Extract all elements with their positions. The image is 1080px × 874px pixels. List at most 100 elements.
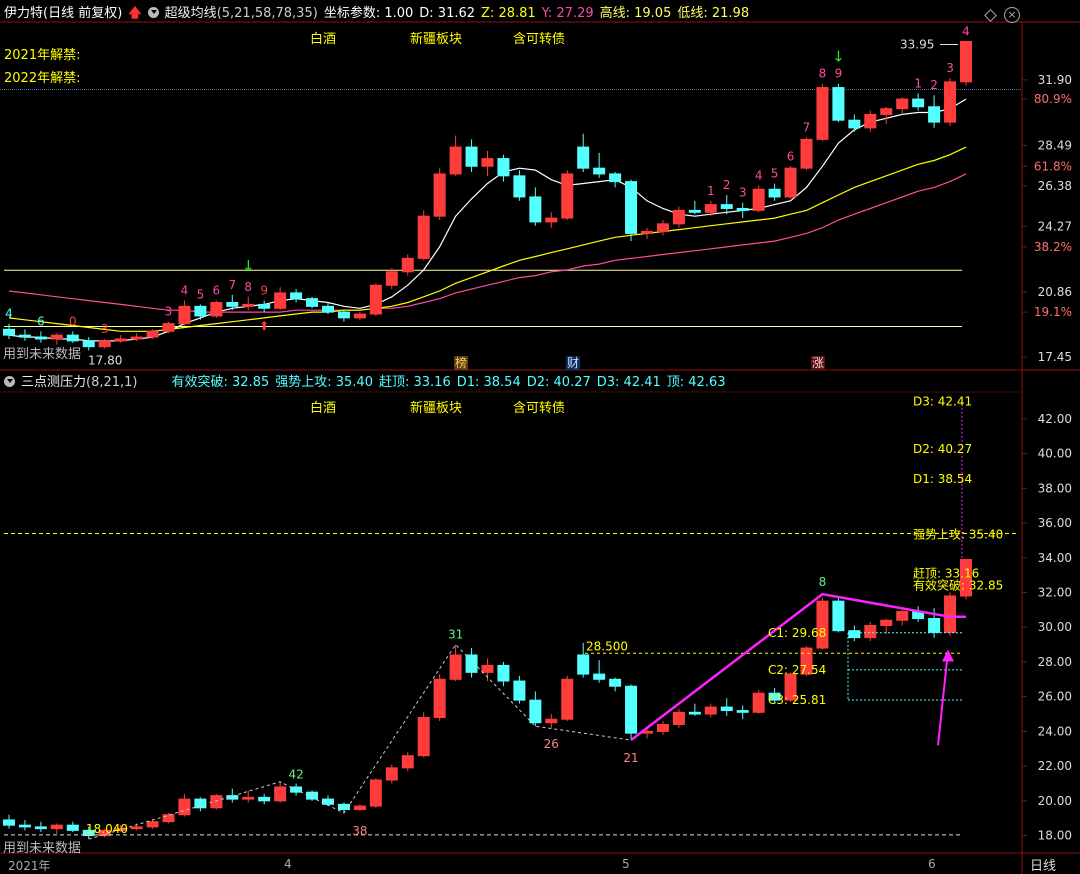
lower-candle-body	[50, 824, 63, 830]
lower-candle-body	[258, 796, 271, 802]
upper-axis-label: 20.86	[1038, 285, 1072, 299]
upper-candle-body	[242, 303, 255, 307]
upper-candle-body	[625, 181, 638, 234]
d1-value: D1: 38.54	[456, 375, 521, 390]
upper-seq-number: 3	[165, 305, 173, 319]
lower-candle-body	[369, 779, 382, 807]
upper-candle-body	[672, 209, 685, 225]
upper-candle-body	[848, 119, 861, 129]
lower-candle-body	[497, 664, 510, 682]
lower-candle-body	[944, 595, 957, 633]
lower-candle-body	[242, 796, 255, 800]
pivot-label: 38	[352, 824, 367, 838]
x-axis-year: 2021年	[8, 859, 51, 873]
unlock-2022: 2022年解禁:	[4, 71, 81, 86]
upper-seq-number: 7	[228, 278, 236, 292]
lower-axis-label: 38.00	[1038, 481, 1072, 495]
upper-candle-body	[210, 302, 223, 317]
upper-candle-body	[3, 328, 15, 336]
lower-candle-body	[561, 678, 574, 720]
level-18040-label: 18.040	[86, 822, 128, 836]
lower-candle-body	[178, 798, 191, 816]
lower-axis-label: 32.00	[1038, 585, 1072, 599]
lower-candle-body	[130, 826, 143, 830]
value-d: D: 31.62	[419, 6, 476, 21]
pivot-label: 26	[544, 737, 559, 751]
lower-candle-body	[465, 654, 478, 673]
upper-candle-body	[800, 138, 813, 169]
period-label[interactable]: (日线 前复权)	[43, 6, 122, 21]
lower-candle-body	[720, 706, 733, 712]
indicator-name[interactable]: 三点测压力	[21, 375, 86, 390]
lower-candle-body	[752, 692, 765, 713]
high-line-value: 高线: 19.05	[599, 6, 672, 21]
lower-candle-body	[306, 791, 319, 800]
upper-candle-body	[497, 158, 510, 177]
min-price-label: 17.80	[88, 353, 122, 367]
lower-candle-body	[449, 654, 462, 680]
green-down-arrow-icon: ↓	[832, 48, 845, 66]
upper-candle-body	[513, 175, 526, 198]
lower-axis-label: 40.00	[1038, 447, 1072, 461]
lower-axis-label: 24.00	[1038, 724, 1072, 738]
low-line-value: 低线: 21.98	[677, 6, 750, 21]
event-tag-zhang[interactable]: 涨	[811, 356, 825, 370]
indicator-params: (8,21,1)	[86, 375, 138, 390]
lower-candle-body	[609, 678, 622, 687]
concept-xinjiang: 新疆板块	[410, 32, 463, 47]
upper-candle-body	[274, 292, 287, 309]
lower-candle-body	[146, 821, 159, 828]
upper-candle-body	[609, 173, 622, 183]
d1-annotation: D1: 38.54	[913, 472, 972, 486]
upper-seq-number: 4	[755, 168, 763, 182]
upper-candle-body	[720, 204, 733, 209]
upper-axis-label: 61.8%	[1034, 159, 1072, 173]
dropdown-icon[interactable]	[4, 376, 15, 387]
qiangshi-value: 强势上攻: 35.40	[275, 375, 373, 390]
upper-candle-body	[641, 231, 653, 234]
lower-candle-body	[529, 699, 542, 724]
magenta-arrow-shaft	[937, 651, 949, 746]
lower-axis-label: 28.00	[1038, 655, 1072, 669]
event-tag-cai[interactable]: 财	[566, 356, 580, 370]
qiangshi-annotation: 强势上攻: 35.40	[913, 527, 1003, 541]
ma-name[interactable]: 超级均线	[165, 6, 217, 21]
lower-candle-body	[896, 611, 909, 621]
upper-candle-body	[577, 146, 590, 169]
upper-seq-number: 5	[771, 167, 779, 181]
future-data-note-bottom: 用到未来数据	[3, 841, 82, 856]
upper-seq-number: 6	[787, 149, 795, 163]
upper-candle-body	[864, 113, 877, 129]
upper-candle-body	[433, 173, 446, 217]
dropdown-icon[interactable]	[147, 7, 159, 18]
x-axis-month-6: 6	[928, 857, 936, 871]
pivot-label: 31	[448, 628, 463, 642]
lower-candle-body	[832, 600, 845, 632]
lower-candle-body	[385, 767, 398, 781]
close-icon[interactable]: ×	[1004, 7, 1020, 23]
lower-candle-body	[417, 717, 430, 757]
period-button[interactable]: 日线	[1030, 855, 1056, 874]
coord-label: 坐标参数: 1.00	[323, 6, 414, 21]
ma-line-pink	[8, 173, 967, 313]
upper-axis-label: 28.49	[1038, 138, 1072, 152]
lower-candle-body	[34, 826, 47, 830]
upper-axis-label: 26.38	[1038, 179, 1072, 193]
magenta-arrow-head-icon	[942, 649, 954, 662]
upper-candle-body	[752, 188, 765, 211]
upper-candle-body	[401, 257, 414, 273]
youxiao-value: 有效突破: 32.85	[171, 375, 270, 390]
lower-candle-body	[577, 654, 590, 675]
lower-candle-body	[864, 624, 877, 639]
red-up-arrow-icon: ⬆	[259, 319, 269, 333]
stock-name[interactable]: 伊力特	[4, 6, 43, 21]
upper-seq-number: 6	[213, 284, 221, 298]
upper-candle-body	[417, 215, 430, 259]
lower-candle-body	[353, 805, 366, 811]
future-data-note-top: 用到未来数据	[3, 347, 82, 362]
upper-seq-number: 2	[930, 78, 938, 92]
upper-candle-body	[114, 338, 127, 342]
upper-candle-body	[816, 87, 829, 140]
event-tag-bang[interactable]: 榜	[454, 356, 468, 370]
x-axis-month-4: 4	[284, 857, 292, 871]
